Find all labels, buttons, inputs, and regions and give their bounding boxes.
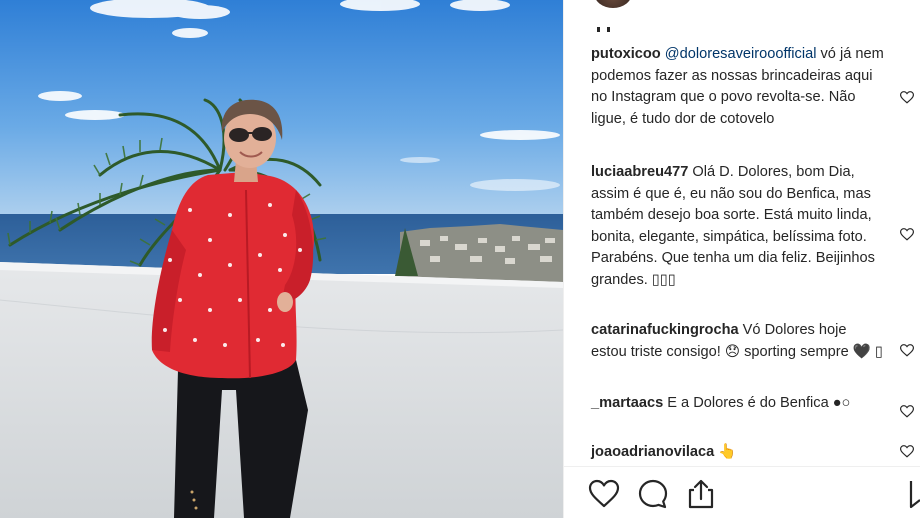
comment-username[interactable]: joaoadrianovilaca (591, 444, 714, 460)
comment-like-heart-icon[interactable] (900, 91, 914, 104)
comment-text: 👆 (714, 444, 737, 460)
comment-like-heart-icon[interactable] (900, 344, 914, 357)
comment-username[interactable]: _martaacs (591, 395, 663, 411)
comment-like-heart-icon[interactable] (900, 228, 914, 241)
comment: putoxicoo @doloresaveirooofficial vó já … (591, 44, 886, 130)
comment-text: Olá D. Dolores, bom Dia, assim é que é, … (591, 164, 875, 288)
comment-like-heart-icon[interactable] (900, 405, 914, 418)
comment-mention[interactable]: @doloresaveirooofficial (665, 46, 817, 62)
comment: joaoadrianovilaca 👆 (591, 442, 886, 464)
comment: _martaacs E a Dolores é do Benfica ●○ (591, 393, 886, 415)
post-photo[interactable] (0, 0, 563, 518)
comment-username[interactable]: putoxicoo (591, 46, 661, 62)
heart-icon[interactable] (588, 478, 620, 510)
comment-username[interactable]: luciaabreu477 (591, 164, 688, 180)
action-bar-divider (564, 466, 920, 467)
comment: catarinafuckingrocha Vó Dolores hoje est… (591, 320, 886, 363)
divider-marks (597, 27, 619, 33)
comment: luciaabreu477 Olá D. Dolores, bom Dia, a… (591, 162, 886, 291)
comment-icon[interactable] (637, 478, 669, 510)
share-icon[interactable] (685, 478, 717, 510)
comment-like-heart-icon[interactable] (900, 445, 914, 458)
comment-text: E a Dolores é do Benfica ●○ (663, 395, 851, 411)
bookmark-icon[interactable] (905, 478, 920, 510)
comment-username[interactable]: catarinafuckingrocha (591, 322, 739, 338)
photo-scene (0, 0, 563, 518)
